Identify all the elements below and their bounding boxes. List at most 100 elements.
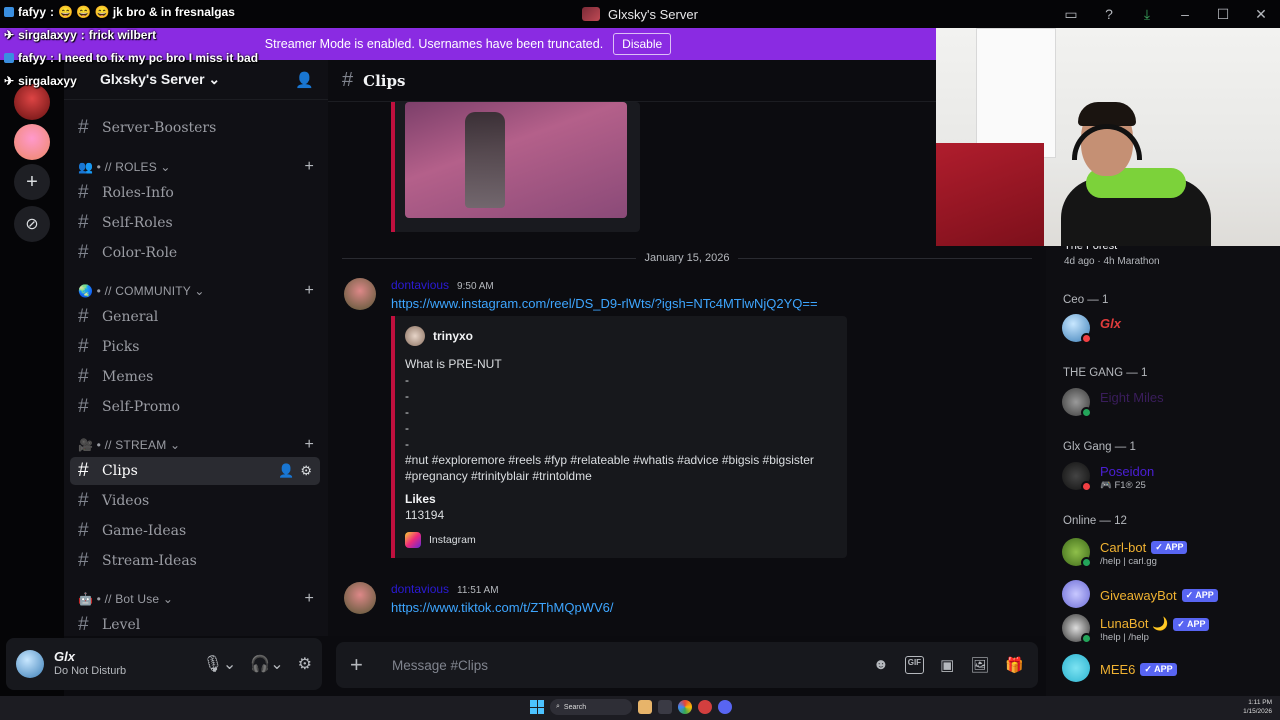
member-item[interactable]: LunaBot 🌙 ✓ APP !help | /help xyxy=(1062,612,1272,648)
channel-server-boosters[interactable]: # Server-Boosters xyxy=(70,114,320,142)
channel-game-ideas[interactable]: # Game-Ideas xyxy=(70,517,320,545)
emoji-icon[interactable]: ☻ xyxy=(873,656,889,674)
video-embed[interactable] xyxy=(391,102,640,232)
hash-icon: # xyxy=(78,396,89,417)
member-name: LunaBot 🌙 xyxy=(1100,616,1169,631)
add-channel-icon[interactable]: + xyxy=(304,282,314,300)
channel-memes[interactable]: # Memes xyxy=(70,363,320,391)
invite-icon[interactable]: 👤 xyxy=(278,464,294,479)
microphone-icon[interactable]: 🎙⌄ xyxy=(203,654,237,674)
download-icon[interactable]: ⤓ xyxy=(1128,0,1166,28)
member-group-label: Ceo — 1 xyxy=(1063,294,1109,306)
channel-videos[interactable]: # Videos xyxy=(70,487,320,515)
help-icon[interactable]: ? xyxy=(1090,0,1128,28)
discover-icon[interactable]: ⊘ xyxy=(14,206,50,242)
category-stream[interactable]: 🎥 • // STREAM ⌄ + xyxy=(78,435,314,455)
gift-icon[interactable]: 🎁 xyxy=(1005,656,1024,674)
add-server-icon[interactable]: + xyxy=(14,164,50,200)
embed-field-value: 113194 xyxy=(405,508,445,522)
member-group-label: THE GANG — 1 xyxy=(1063,367,1148,379)
minimize-button[interactable]: – xyxy=(1166,0,1204,28)
message-author[interactable]: dontavious xyxy=(391,582,449,596)
banner-text: Streamer Mode is enabled. Usernames have… xyxy=(264,37,604,51)
windows-start-icon[interactable] xyxy=(530,700,544,714)
explorer-icon[interactable] xyxy=(658,700,672,714)
server-icon xyxy=(582,7,601,21)
hash-icon: # xyxy=(78,520,89,541)
category-community[interactable]: 🌏 • // COMMUNITY ⌄ + xyxy=(78,281,314,301)
invite-icon[interactable]: 👤 xyxy=(295,71,314,89)
taskbar-search[interactable]: ⌕ Search xyxy=(550,699,632,715)
member-name: GiveawayBot xyxy=(1100,588,1177,603)
message-input[interactable]: Message #Clips xyxy=(392,658,488,673)
sword-icon: ✈ xyxy=(4,73,15,88)
image-icon[interactable]: 🖼 xyxy=(970,656,989,674)
message-link[interactable]: https://www.tiktok.com/t/ZThMQpWV6/ xyxy=(391,600,614,615)
hash-icon: # xyxy=(78,490,89,511)
badge-icon xyxy=(4,6,14,17)
disable-button[interactable]: Disable xyxy=(613,33,672,55)
sticker-icon[interactable]: ▣ xyxy=(940,656,954,674)
window-title: Glxsky's Server xyxy=(608,6,698,22)
close-button[interactable]: ✕ xyxy=(1242,0,1280,28)
status-dot xyxy=(1081,407,1092,418)
category-bot-use[interactable]: 🤖 • // Bot Use ⌄ + xyxy=(78,589,314,609)
hash-icon: # xyxy=(78,242,89,263)
maximize-button[interactable]: ☐ xyxy=(1204,0,1242,28)
add-attachment-icon[interactable]: + xyxy=(350,652,374,678)
message-timestamp: 11:51 AM xyxy=(457,585,499,596)
channel-picks[interactable]: # Picks xyxy=(70,333,320,361)
link-embed: trinyxo What is PRE-NUT - - - - - #nut #… xyxy=(391,316,847,558)
chat-line: fafyy: I need to fix my pc bro I miss it … xyxy=(0,46,258,69)
headphones-icon[interactable]: 🎧⌄ xyxy=(250,654,283,674)
status-dot xyxy=(1081,333,1092,344)
server-icon-other[interactable] xyxy=(14,124,50,160)
widget-icon[interactable] xyxy=(638,700,652,714)
add-channel-icon[interactable]: + xyxy=(304,158,314,176)
status-dot xyxy=(1081,633,1092,644)
chat-line: ✈ sirgalaxyy: frick wilbert xyxy=(4,27,157,42)
video-thumbnail[interactable] xyxy=(405,102,627,218)
member-item[interactable]: Eight Miles xyxy=(1062,386,1272,422)
member-item[interactable]: Glx xyxy=(1062,312,1272,348)
member-item[interactable]: Carl-bot ✓ APP /help | carl.gg xyxy=(1062,536,1272,572)
avatar[interactable] xyxy=(344,582,376,614)
clock[interactable]: 1:11 PM 1/15/2026 xyxy=(1243,698,1272,716)
message-author[interactable]: dontavious xyxy=(391,278,449,292)
message-composer[interactable]: + Message #Clips ☻ GIF ▣ 🖼 🎁 xyxy=(336,642,1038,688)
app-icon[interactable] xyxy=(698,700,712,714)
member-name: Glx xyxy=(1100,316,1121,331)
discord-icon[interactable] xyxy=(718,700,732,714)
channel-self-promo[interactable]: # Self-Promo xyxy=(70,393,320,421)
avatar[interactable] xyxy=(344,278,376,310)
activity-sub: 4d ago · 4h Marathon xyxy=(1064,256,1160,267)
channel-level[interactable]: # Level xyxy=(70,611,320,636)
channel-self-roles[interactable]: # Self-Roles xyxy=(70,209,320,237)
app-badge: ✓ APP xyxy=(1151,541,1188,554)
member-name: Poseidon xyxy=(1100,464,1155,479)
channel-clips[interactable]: # Clips 👤 ⚙ xyxy=(70,457,320,485)
category-roles[interactable]: 👥 • // ROLES ⌄ + xyxy=(78,157,314,177)
user-panel: Glx Do Not Disturb 🎙⌄ 🎧⌄ ⚙ xyxy=(6,638,322,690)
member-item[interactable]: GiveawayBot ✓ APP xyxy=(1062,578,1272,614)
gear-icon[interactable]: ⚙ xyxy=(298,654,312,674)
channel-stream-ideas[interactable]: # Stream-Ideas xyxy=(70,547,320,575)
message-item: dontavious 11:51 AM https://www.tiktok.c… xyxy=(344,582,1024,622)
gamepad-icon: 🎮 xyxy=(1100,480,1112,491)
app-badge: ✓ APP xyxy=(1181,589,1218,602)
channel-general[interactable]: # General xyxy=(70,303,320,331)
chrome-icon[interactable] xyxy=(678,700,692,714)
inbox-icon[interactable]: ▭ xyxy=(1052,0,1090,28)
gif-icon[interactable]: GIF xyxy=(904,656,925,674)
channel-color-role[interactable]: # Color-Role xyxy=(70,239,320,267)
channel-roles-info[interactable]: # Roles-Info xyxy=(70,179,320,207)
add-channel-icon[interactable]: + xyxy=(304,436,314,454)
member-item[interactable]: MEE6 ✓ APP xyxy=(1062,652,1272,688)
gear-icon[interactable]: ⚙ xyxy=(300,464,312,479)
avatar[interactable] xyxy=(16,650,44,678)
embed-author[interactable]: trinyxo xyxy=(433,329,473,343)
add-channel-icon[interactable]: + xyxy=(304,590,314,608)
message-link[interactable]: https://www.instagram.com/reel/DS_D9-rlW… xyxy=(391,296,818,311)
status-dot xyxy=(1081,481,1092,492)
member-item[interactable]: Poseidon 🎮 F1® 25 xyxy=(1062,460,1272,496)
